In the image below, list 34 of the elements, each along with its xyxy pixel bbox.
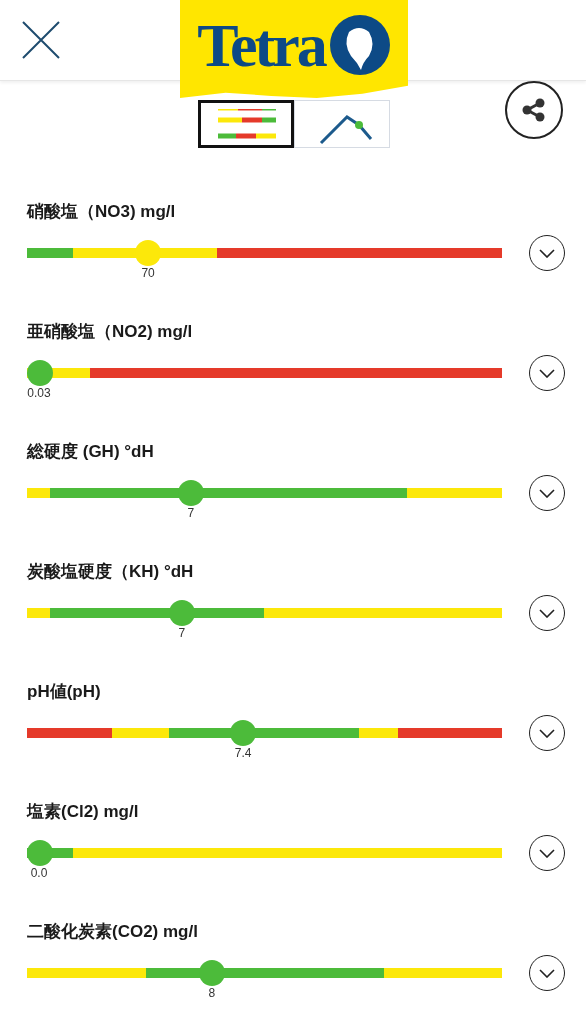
chart-tab[interactable] — [294, 100, 390, 148]
expand-button[interactable] — [529, 955, 565, 991]
share-button[interactable] — [505, 81, 563, 139]
parameter-name: 炭酸塩硬度（KH) °dH — [27, 561, 194, 583]
value-label: 70 — [141, 266, 155, 280]
expand-button[interactable] — [529, 475, 565, 511]
parameter-name: pH値(pH) — [27, 681, 101, 703]
expand-button[interactable] — [529, 235, 565, 271]
close-icon[interactable] — [22, 21, 60, 59]
parameter-name: 塩素(Cl2) mg/l — [27, 801, 139, 823]
value-label: 7 — [178, 626, 186, 640]
expand-button[interactable] — [529, 715, 565, 751]
value-label: 0.0 — [30, 866, 48, 880]
list-tab[interactable] — [198, 100, 294, 148]
parameter-name: 硝酸塩（NO3) mg/l — [27, 201, 176, 223]
chevron-down-icon — [539, 968, 555, 978]
logo-text: Tetra — [197, 14, 325, 76]
parameter-name: 亜硝酸塩（NO2) mg/l — [27, 321, 193, 343]
parameter-name: 総硬度 (GH) °dH — [27, 441, 154, 463]
chevron-down-icon — [539, 488, 555, 498]
value-label: 7 — [187, 506, 195, 520]
expand-button[interactable] — [529, 595, 565, 631]
chevron-down-icon — [539, 848, 555, 858]
parameter-name: 二酸化炭素(CO2) mg/l — [27, 921, 198, 943]
chevron-down-icon — [539, 248, 555, 258]
chevron-down-icon — [539, 728, 555, 738]
expand-button[interactable] — [529, 355, 565, 391]
chevron-down-icon — [539, 368, 555, 378]
value-label: 8 — [208, 986, 216, 1000]
share-icon — [521, 97, 547, 123]
value-label: 7.4 — [234, 746, 252, 760]
value-label: 0.03 — [27, 386, 51, 400]
chevron-down-icon — [539, 608, 555, 618]
expand-button[interactable] — [529, 835, 565, 871]
